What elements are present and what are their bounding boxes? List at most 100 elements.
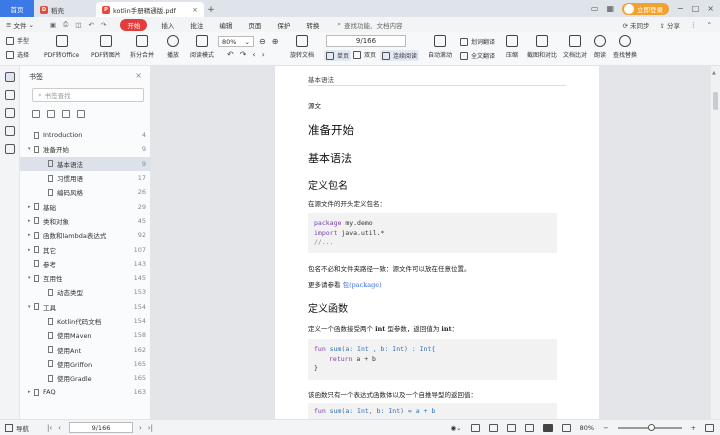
bookmark-item[interactable]: Kotlin代码文档 154 — [20, 314, 151, 328]
prev-page-icon[interactable]: ‹ — [252, 50, 255, 59]
status-page-input[interactable]: 9/166 — [68, 422, 133, 433]
bookmark-item[interactable]: ▸ 基础 29 — [20, 199, 151, 213]
navigation-toggle[interactable]: 导航 — [0, 423, 29, 433]
menu-edit[interactable]: 编辑 — [211, 20, 240, 30]
translate-button[interactable]: 划词翻译 — [460, 37, 495, 46]
compress-button[interactable]: 压缩 — [506, 35, 518, 59]
menu-start[interactable]: 开始 — [120, 18, 148, 31]
page-number-input[interactable]: 9/166 — [326, 35, 406, 47]
bookmark-item[interactable]: 编码风格 26 — [20, 185, 151, 199]
select-tool-button[interactable]: 选择 — [6, 50, 29, 59]
continuous-view-icon[interactable] — [506, 423, 516, 432]
play-button[interactable]: 播放 — [167, 35, 179, 59]
vertical-scrollbar[interactable]: ▲ — [711, 66, 720, 419]
zoom-out-icon[interactable]: ⊖ — [259, 37, 266, 46]
prev-page-icon[interactable]: ‹ — [58, 424, 61, 432]
split-merge-button[interactable]: 拆分合并 — [130, 35, 154, 59]
scrollbar-thumb[interactable] — [713, 92, 718, 110]
menu-annotate[interactable]: 批注 — [182, 20, 211, 30]
double-page-view-icon[interactable] — [488, 423, 498, 432]
fit-width-icon[interactable] — [705, 423, 714, 432]
zoom-slider-knob[interactable] — [647, 423, 655, 431]
redo-icon[interactable]: ↷ — [101, 21, 106, 29]
pdf-to-image-button[interactable]: PDF转图片 — [91, 35, 121, 59]
bookmark-item[interactable]: ▾ 互用性 145 — [20, 271, 151, 285]
double-page-button[interactable]: 双页 — [353, 50, 376, 59]
menu-protect[interactable]: 保护 — [269, 20, 298, 30]
next-page-icon[interactable]: › — [262, 50, 265, 59]
tab-document[interactable]: P kotlin手册精通版.pdf × — [96, 2, 204, 17]
close-tab-icon[interactable]: × — [192, 6, 198, 14]
bookmark-item[interactable]: ▸ 其它 107 — [20, 242, 151, 256]
menu-convert[interactable]: 转换 — [298, 20, 327, 30]
feature-search[interactable]: ⌕ 查找功能、文档内容 — [337, 20, 402, 30]
play-slideshow-icon[interactable] — [542, 423, 553, 432]
bookmark-item[interactable]: 基本语法 9 — [20, 156, 151, 171]
bookmark-item[interactable]: ▸ 函数和lambda表达式 92 — [20, 228, 151, 242]
auto-scroll-button[interactable]: 自动滚动 — [428, 35, 452, 59]
pdf-to-office-button[interactable]: PDF转Office — [44, 35, 79, 59]
bookmark-search-input[interactable]: ⌕ 书签查找 — [32, 88, 144, 102]
bookmark-item[interactable]: 动态类型 153 — [20, 285, 151, 299]
fit-page-icon[interactable] — [561, 423, 571, 432]
book-view-icon[interactable] — [524, 423, 534, 432]
comment-panel-icon[interactable] — [5, 108, 15, 118]
attachment-panel-icon[interactable] — [5, 126, 15, 136]
menu-file[interactable]: ≡ 文件 ⌄ — [0, 20, 42, 30]
delete-bookmark-icon[interactable] — [47, 110, 55, 118]
undo-icon[interactable]: ↶ — [88, 21, 93, 29]
login-button[interactable]: 立即登录 — [622, 2, 670, 15]
continuous-read-button[interactable]: 连续阅读 — [380, 50, 420, 61]
bookmark-item[interactable]: Introduction 4 — [20, 128, 151, 142]
zoom-in-icon[interactable]: ⊕ — [272, 37, 279, 46]
back-icon[interactable]: ↶ — [227, 50, 234, 59]
close-icon[interactable]: × — [707, 4, 714, 13]
scroll-up-icon[interactable]: ▲ — [712, 70, 716, 76]
source-link[interactable]: 源文 — [308, 100, 321, 110]
bookmark-item[interactable]: 使用Maven 158 — [20, 328, 151, 342]
full-translate-button[interactable]: 全文翻译 — [460, 51, 495, 60]
menu-insert[interactable]: 插入 — [153, 20, 182, 30]
read-aloud-button[interactable]: 朗读 — [594, 35, 606, 59]
next-page-icon[interactable]: › — [139, 424, 142, 432]
more-icon[interactable]: ⋮ — [690, 21, 697, 29]
find-replace-button[interactable]: 查找替换 — [613, 35, 637, 59]
sync-status[interactable]: ⟳ 未同步 — [623, 20, 650, 30]
zoom-slider[interactable] — [617, 423, 682, 431]
screenshot-compare-button[interactable]: 截图和对比 — [527, 35, 557, 59]
single-page-view-icon[interactable] — [470, 423, 480, 432]
forward-icon[interactable]: ↷ — [240, 50, 247, 59]
bookmark-item[interactable]: 使用Griffon 165 — [20, 357, 151, 371]
print-icon[interactable]: ⎙ — [63, 20, 68, 29]
collapse-ribbon-icon[interactable]: ⌃ — [707, 21, 712, 29]
new-tab-button[interactable]: + — [204, 2, 218, 17]
bookmark-panel-icon[interactable] — [5, 72, 15, 82]
bookmark-item[interactable]: ▾ 工具 154 — [20, 300, 151, 314]
zoom-level[interactable]: 80% — [580, 424, 594, 432]
single-page-button[interactable]: 单页 — [324, 50, 352, 61]
menu-page[interactable]: 页面 — [240, 20, 269, 30]
zoom-select[interactable]: 80% ⌄ — [218, 36, 254, 47]
zoom-out-icon[interactable]: − — [603, 424, 608, 432]
signature-panel-icon[interactable] — [5, 144, 15, 154]
bookmark-item[interactable]: ▸ 类和对象 45 — [20, 214, 151, 228]
add-bookmark-icon[interactable] — [32, 110, 40, 118]
package-link[interactable]: 包(package) — [343, 281, 382, 289]
eye-protection-icon[interactable]: ◉⌄ — [451, 424, 462, 432]
bookmark-item[interactable]: 习惯用语 17 — [20, 171, 151, 185]
bookmark-item[interactable]: ▸ FAQ 163 — [20, 385, 151, 399]
tab-home[interactable]: 首页 — [0, 0, 34, 17]
menu-grid-icon[interactable]: ▦ — [606, 4, 614, 13]
bookmark-item[interactable]: 使用Ant 162 — [20, 342, 151, 356]
hand-tool-button[interactable]: 手型 — [6, 36, 29, 45]
text-compare-button[interactable]: 文档比对 — [563, 35, 587, 59]
bookmark-item[interactable]: 使用Gradle 165 — [20, 371, 151, 385]
close-sidebar-icon[interactable]: × — [135, 71, 142, 80]
open-icon[interactable]: ◫ — [75, 21, 81, 29]
layout-icon[interactable]: ▭ — [591, 4, 599, 13]
bookmark-item[interactable]: 参考 143 — [20, 257, 151, 271]
first-page-icon[interactable]: |‹ — [47, 424, 52, 432]
minimize-icon[interactable]: − — [677, 4, 684, 13]
reading-mode-button[interactable]: 阅读模式 — [190, 35, 214, 59]
bookmark-item[interactable]: ▾ 准备开始 9 — [20, 142, 151, 156]
